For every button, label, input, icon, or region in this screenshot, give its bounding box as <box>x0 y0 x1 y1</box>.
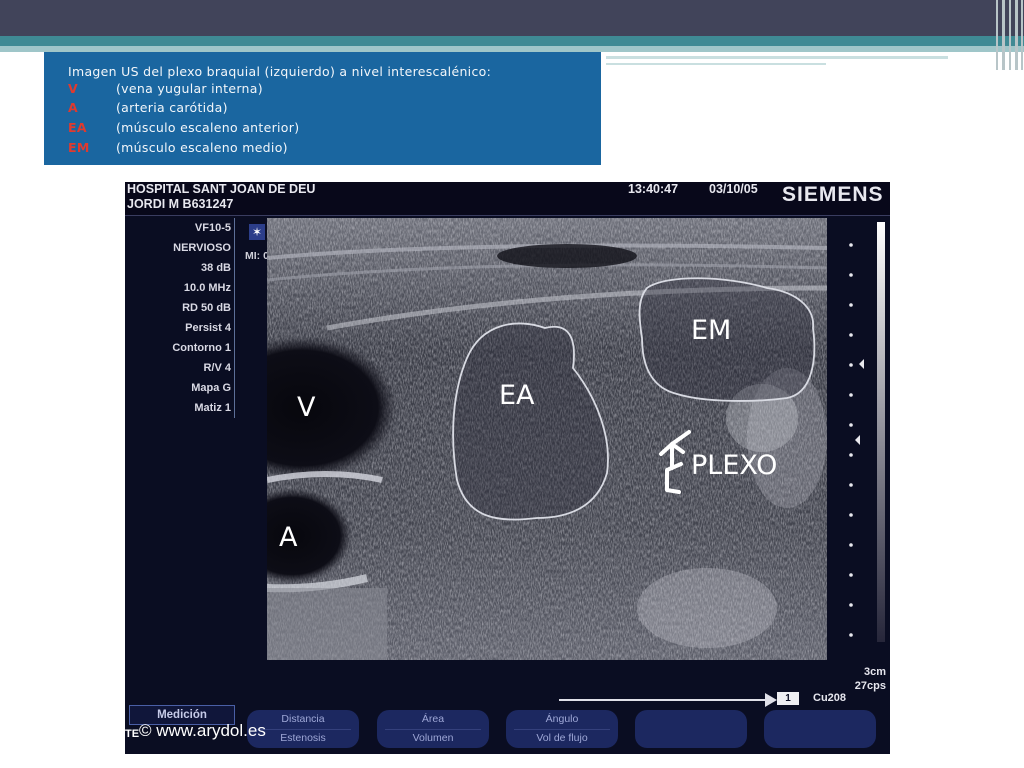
legend-text: (músculo escaleno anterior) <box>116 120 300 135</box>
softkey-angle[interactable]: Ángulo Vol de flujo <box>506 710 618 748</box>
param-frequency: 10.0 MHz <box>183 282 231 294</box>
param-gain: 38 dB <box>201 262 231 274</box>
ultrasound-image <box>267 218 827 660</box>
softkey-divider <box>385 729 481 730</box>
panel-divider <box>234 218 235 418</box>
header-divider <box>125 215 890 216</box>
param-rv: R/V 4 <box>203 362 231 374</box>
patient-id: JORDI M B631247 <box>127 197 234 211</box>
param-map: Mapa G <box>191 382 231 394</box>
scan-time: 13:40:47 <box>628 182 679 196</box>
cine-bar <box>559 699 765 701</box>
softkey-top-label: Área <box>421 713 445 725</box>
ultrasound-screen: HOSPITAL SANT JOAN DE DEU JORDI M B63124… <box>125 182 890 754</box>
probe-label: Cu208 <box>813 692 847 704</box>
label-escaleno-medio: EM <box>691 315 732 346</box>
watermark: © www.arydol.es <box>139 721 266 740</box>
corner-label: TE <box>125 728 140 740</box>
focus-star-icon: ✶ <box>249 224 265 240</box>
slide-deco-bars <box>994 0 1024 70</box>
caption-box: Imagen US del plexo braquial (izquierdo)… <box>44 52 601 165</box>
scan-date: 03/10/05 <box>709 182 758 196</box>
legend-text: (vena yugular interna) <box>116 81 263 96</box>
parameter-panel: VF10-5 NERVIOSO 38 dB 10.0 MHz RD 50 dB … <box>125 218 233 428</box>
softkey-bottom-label: Volumen <box>412 732 454 744</box>
label-escaleno-anterior: EA <box>499 380 535 411</box>
legend-text: (arteria carótida) <box>116 100 228 115</box>
legend-key: A <box>68 100 78 115</box>
param-probe: VF10-5 <box>194 222 231 234</box>
softkey-divider <box>514 729 610 730</box>
frame-rate: 27cps <box>854 680 886 692</box>
softkey-top-label: Ángulo <box>545 713 579 725</box>
slide-header-band <box>0 0 1024 36</box>
param-tint: Matiz 1 <box>194 402 231 414</box>
param-contour: Contorno 1 <box>172 342 231 354</box>
legend-key: V <box>68 81 78 96</box>
caption-title: Imagen US del plexo braquial (izquierdo)… <box>68 64 492 79</box>
softkey-divider <box>255 729 351 730</box>
scanner-header: HOSPITAL SANT JOAN DE DEU JORDI M B63124… <box>125 182 890 215</box>
slide-deco-line <box>606 63 826 65</box>
softkey-empty[interactable] <box>764 710 876 748</box>
label-plexo: PLEXO <box>691 450 778 481</box>
softkey-area[interactable]: Área Volumen <box>377 710 489 748</box>
brand-logo: SIEMENS <box>782 183 884 206</box>
depth-value: 3cm <box>863 666 886 678</box>
legend-text: (músculo escaleno medio) <box>116 140 288 155</box>
slide-accent-band <box>0 36 1024 46</box>
cine-arrow-icon <box>765 693 777 707</box>
param-range: RD 50 dB <box>182 302 231 314</box>
softkey-empty[interactable] <box>635 710 747 748</box>
param-persist: Persist 4 <box>185 322 231 334</box>
hospital-name: HOSPITAL SANT JOAN DE DEU <box>127 182 316 196</box>
frame-indicator: 1 <box>777 692 799 705</box>
legend-key: EA <box>68 120 87 135</box>
label-arteria: A <box>279 522 298 553</box>
grayscale-bar <box>877 222 885 642</box>
label-vena: V <box>297 392 316 423</box>
param-preset: NERVIOSO <box>173 242 231 254</box>
depth-scale <box>849 243 864 637</box>
softkey-bottom-label: Vol de flujo <box>536 732 588 744</box>
legend-key: EM <box>68 140 90 155</box>
slide-deco-line <box>606 56 948 59</box>
